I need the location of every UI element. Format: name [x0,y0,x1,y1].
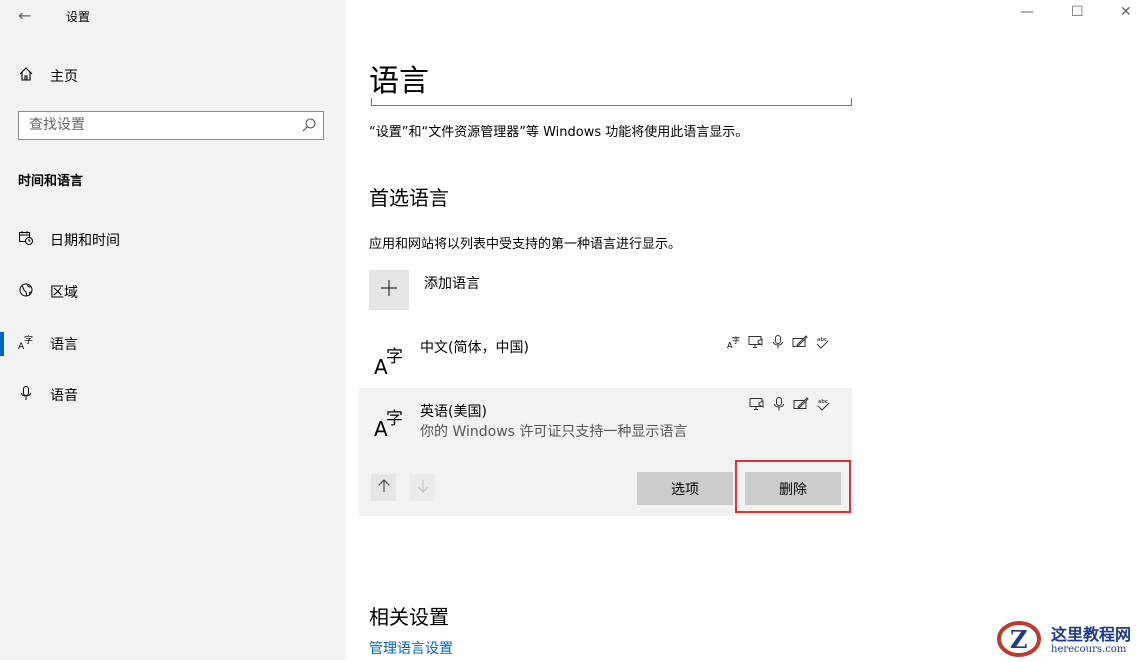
svg-text:abc: abc [817,337,827,343]
language-features: abc [749,396,831,412]
manage-language-settings-link[interactable]: 管理语言设置 [369,638,453,658]
section-title: 时间和语言 [18,174,84,189]
language-description: “设置”和“文件资源管理器”等 Windows 功能将使用此语言显示。 [369,125,749,140]
options-button[interactable]: 选项 [637,472,733,505]
handwriting-icon [793,396,809,412]
arrow-up-icon [377,478,391,497]
home-icon [18,66,34,86]
sidebar-item-region[interactable]: 区域 [18,281,78,303]
add-language-button[interactable] [369,270,409,310]
language-name: 英语(美国) [420,404,487,420]
language-glyph-icon: A字 [373,340,409,379]
watermark-logo-icon: Z [995,618,1043,662]
sidebar-item-label: 语言 [50,337,78,353]
language-name: 中文(简体，中国) [420,340,529,356]
main-content: — ☐ ✕ 语言 “设置”和“文件资源管理器”等 Windows 功能将使用此语… [345,0,1141,660]
sidebar-item-language[interactable]: A字 语言 [0,332,78,356]
sidebar-item-label: 区域 [50,285,78,301]
move-up-button[interactable] [371,474,396,501]
remove-button-highlight [735,460,851,513]
text-to-speech-icon [749,396,765,412]
handwriting-icon [792,334,808,350]
page-title: 语言 [369,64,429,99]
sidebar-item-label: 日期和时间 [50,233,120,249]
svg-text:Z: Z [1010,625,1028,654]
sidebar-item-date-time[interactable]: 日期和时间 [18,229,120,251]
calendar-clock-icon [18,230,34,250]
related-settings-heading: 相关设置 [369,605,449,629]
app-title: 设置 [66,10,91,24]
svg-text:字: 字 [386,409,403,429]
text-to-speech-icon [748,334,764,350]
language-pack-icon: A字 [726,334,742,350]
search-box[interactable] [18,111,324,140]
minimize-button[interactable]: — [1020,4,1034,20]
language-note: 你的 Windows 许可证只支持一种显示语言 [420,424,688,440]
home-nav-item[interactable]: 主页 [18,66,78,86]
maximize-button[interactable]: ☐ [1071,4,1084,20]
speech-recognition-icon [770,334,786,350]
close-button[interactable]: ✕ [1120,4,1132,20]
globe-region-icon [18,282,34,302]
move-down-button[interactable] [410,474,435,501]
add-language-label: 添加语言 [424,276,480,292]
sidebar-item-label: 语音 [50,388,78,404]
preferred-languages-description: 应用和网站将以列表中受支持的第一种语言进行显示。 [369,237,682,252]
search-input[interactable] [19,112,299,138]
spellcheck-icon: abc [815,396,831,412]
watermark-domain: herecours.com [1051,643,1127,655]
spellcheck-icon: abc [814,334,830,350]
watermark-text: 这里教程网 [1051,624,1132,644]
title-divider [371,98,852,106]
search-icon[interactable] [301,117,317,137]
preferred-languages-heading: 首选语言 [369,186,449,210]
svg-text:字: 字 [386,347,403,367]
language-glyph-icon: A字 [373,402,409,441]
back-arrow-icon[interactable]: ← [18,6,31,25]
arrow-down-icon [416,478,430,497]
watermark: Z 这里教程网 herecours.com [995,618,1131,662]
speech-recognition-icon [771,396,787,412]
language-features: A字 abc [726,334,830,350]
plus-icon [379,278,399,302]
svg-text:字: 字 [24,334,33,346]
add-language-row[interactable]: 添加语言 [369,270,480,310]
sidebar-item-speech[interactable]: 语音 [18,384,78,406]
language-icon: A字 [18,334,34,354]
svg-text:abc: abc [818,399,828,405]
language-item-chinese[interactable]: A字 中文(简体，中国) A字 abc [359,326,852,382]
home-label: 主页 [50,69,78,85]
sidebar: ← 设置 主页 时间和语言 日期和时间 区域 A字 语言 语 [0,0,345,660]
microphone-icon [18,385,34,405]
svg-text:字: 字 [732,335,740,345]
language-item-english[interactable]: A字 英语(美国) 你的 Windows 许可证只支持一种显示语言 abc 选项… [359,388,852,516]
